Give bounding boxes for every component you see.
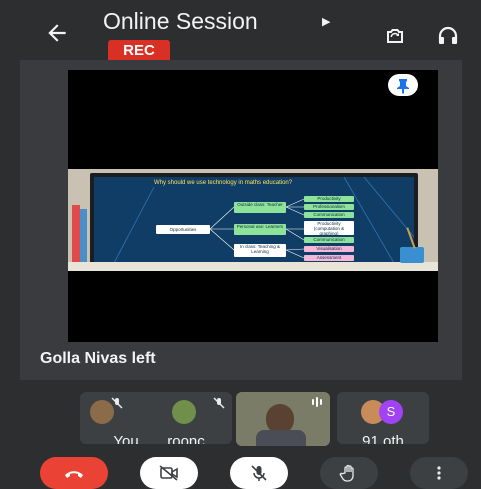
mic-off-icon bbox=[111, 397, 123, 409]
book-decor bbox=[72, 205, 80, 263]
meeting-title[interactable]: Online Session bbox=[103, 8, 258, 35]
pin-icon[interactable] bbox=[388, 74, 418, 96]
mic-off-icon bbox=[213, 397, 225, 409]
slide-node-leaf: Assessment bbox=[304, 255, 354, 261]
slide-node-branch: Outside class: Teacher bbox=[234, 202, 286, 213]
slide-node-branch: In class: Teaching & Learning bbox=[234, 244, 286, 257]
slide-node-leaf: Communication bbox=[304, 212, 354, 218]
presenter-video[interactable]: Why should we use technology in maths ed… bbox=[68, 70, 438, 342]
mug-decor bbox=[400, 247, 424, 263]
more-options-button[interactable] bbox=[410, 457, 468, 489]
room-background: Why should we use technology in maths ed… bbox=[68, 169, 438, 271]
caret-right-icon[interactable]: ▶ bbox=[322, 15, 330, 28]
end-call-button[interactable] bbox=[40, 457, 108, 489]
tv-frame: Why should we use technology in maths ed… bbox=[90, 173, 418, 268]
book-decor bbox=[80, 209, 87, 263]
hand-icon bbox=[339, 464, 354, 482]
raise-hand-button[interactable] bbox=[320, 457, 378, 489]
headphones-icon[interactable] bbox=[436, 24, 460, 48]
shelf bbox=[68, 262, 438, 271]
hang-up-icon bbox=[65, 471, 83, 478]
participant-overflow-tile[interactable]: S 91 oth bbox=[337, 392, 429, 444]
avatar-letter: S bbox=[379, 400, 403, 424]
slide-node-leaf: Communication bbox=[304, 237, 354, 243]
back-arrow-icon[interactable] bbox=[44, 20, 70, 46]
slide-screen: Why should we use technology in maths ed… bbox=[94, 177, 414, 263]
top-bar: Online Session ▶ REC bbox=[0, 0, 481, 62]
mic-off-icon bbox=[251, 465, 267, 481]
mic-toggle-button[interactable] bbox=[230, 457, 288, 489]
participant-name: roonc bbox=[167, 433, 205, 444]
slide-node-leaf: Visualisation bbox=[304, 246, 354, 252]
slide-node-root: Opportunities bbox=[156, 225, 210, 234]
slide-node-leaf: Professionalism bbox=[304, 204, 354, 210]
slide-node-leaf: Productivity bbox=[304, 196, 354, 202]
camera-off-icon bbox=[159, 465, 178, 481]
slide-node-branch: Personal use: Learners bbox=[234, 224, 286, 235]
avatar bbox=[172, 400, 196, 424]
speaker-body bbox=[256, 430, 306, 446]
recording-badge: REC bbox=[108, 40, 170, 62]
participant-tile-active-speaker[interactable] bbox=[236, 392, 330, 446]
camera-toggle-button[interactable] bbox=[140, 457, 198, 489]
participant-left-notification: Golla Nivas left bbox=[40, 350, 156, 367]
more-vert-icon bbox=[437, 466, 441, 480]
audio-level-icon bbox=[312, 397, 322, 407]
slide-node-leaf: Productivity (computation & graphing) bbox=[304, 221, 354, 236]
participant-overflow-count: 91 oth bbox=[362, 433, 404, 444]
switch-camera-icon[interactable] bbox=[383, 24, 407, 48]
participant-tile[interactable]: roonc bbox=[140, 392, 232, 444]
